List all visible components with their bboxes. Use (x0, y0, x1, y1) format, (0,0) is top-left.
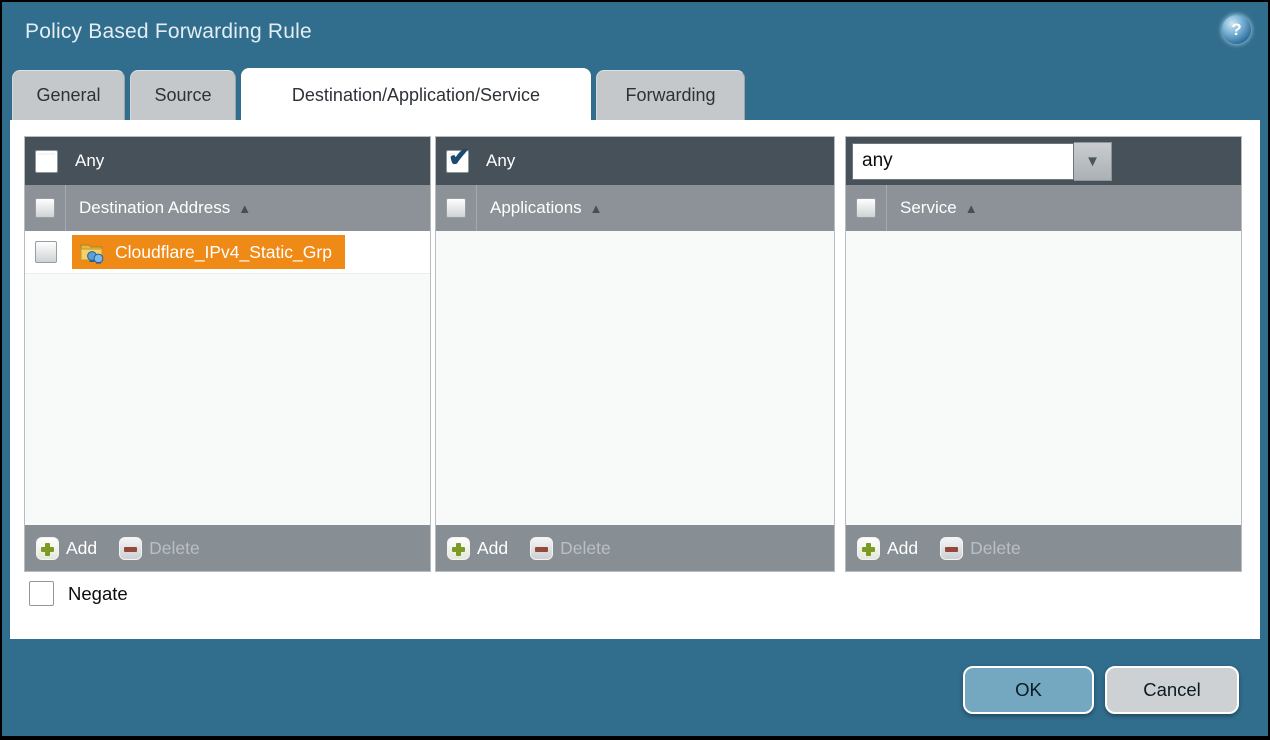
destination-row-checkbox[interactable] (35, 241, 57, 263)
tab-content: Any Destination Address ▲ (10, 120, 1260, 639)
service-header-label[interactable]: Service (900, 198, 957, 218)
service-delete-label: Delete (970, 538, 1021, 559)
minus-icon (530, 537, 553, 560)
negate-label: Negate (68, 583, 128, 605)
tab-general-label: General (36, 85, 100, 106)
service-dropdown-text: any (862, 150, 893, 172)
applications-toolbar: Add Delete (436, 525, 834, 571)
ok-button-label: OK (1015, 679, 1042, 701)
checkmark-icon: ✔ (448, 142, 471, 173)
destination-row-item[interactable]: Cloudflare_IPv4_Static_Grp (72, 235, 345, 269)
destination-header-label[interactable]: Destination Address (79, 198, 230, 218)
tab-general[interactable]: General (12, 70, 125, 120)
address-group-icon (79, 241, 106, 264)
sort-ascending-icon: ▲ (590, 201, 603, 216)
plus-icon (36, 537, 59, 560)
ok-button[interactable]: OK (963, 666, 1094, 714)
negate-option: Negate (29, 581, 128, 606)
applications-any-bar: ✔ Any (436, 137, 834, 185)
destination-toolbar: Add Delete (25, 525, 430, 571)
applications-add-button[interactable]: Add (447, 537, 508, 560)
applications-delete-label: Delete (560, 538, 611, 559)
applications-header-label[interactable]: Applications (490, 198, 582, 218)
negate-checkbox[interactable] (29, 581, 54, 606)
service-column-header: Service ▲ (846, 185, 1241, 231)
minus-icon (119, 537, 142, 560)
help-glyph: ? (1231, 20, 1241, 40)
applications-select-all-checkbox[interactable] (446, 198, 466, 218)
title-bar: Policy Based Forwarding Rule ? (2, 2, 1268, 68)
cancel-button[interactable]: Cancel (1105, 666, 1239, 714)
service-panel: any ▼ Service ▲ Add (845, 136, 1242, 572)
destination-list: Cloudflare_IPv4_Static_Grp (25, 231, 430, 525)
tab-forwarding-label: Forwarding (625, 85, 715, 106)
applications-list (436, 231, 834, 525)
destination-address-panel: Any Destination Address ▲ (24, 136, 431, 572)
destination-any-label: Any (75, 151, 104, 171)
service-dropdown-button[interactable]: ▼ (1074, 142, 1112, 181)
help-icon[interactable]: ? (1222, 15, 1251, 44)
tab-source[interactable]: Source (130, 70, 236, 120)
plus-icon (857, 537, 880, 560)
tab-forwarding[interactable]: Forwarding (596, 70, 745, 120)
destination-add-button[interactable]: Add (36, 537, 97, 560)
chevron-down-icon: ▼ (1085, 153, 1100, 170)
service-delete-button[interactable]: Delete (940, 537, 1021, 560)
destination-row-label: Cloudflare_IPv4_Static_Grp (115, 242, 332, 263)
sort-ascending-icon: ▲ (965, 201, 978, 216)
sort-ascending-icon: ▲ (238, 201, 251, 216)
destination-column-header: Destination Address ▲ (25, 185, 430, 231)
service-add-label: Add (887, 538, 918, 559)
tab-destination-application-service-label: Destination/Application/Service (292, 85, 540, 106)
service-list (846, 231, 1241, 525)
applications-delete-button[interactable]: Delete (530, 537, 611, 560)
pbf-rule-dialog: Policy Based Forwarding Rule ? General S… (2, 2, 1268, 736)
service-any-bar: any ▼ (846, 137, 1241, 185)
destination-any-checkbox[interactable] (35, 150, 58, 173)
destination-delete-label: Delete (149, 538, 200, 559)
service-toolbar: Add Delete (846, 525, 1241, 571)
tab-source-label: Source (154, 85, 211, 106)
applications-any-label: Any (486, 151, 515, 171)
destination-select-all-checkbox[interactable] (35, 198, 55, 218)
applications-any-checkbox[interactable]: ✔ (446, 150, 469, 173)
cancel-button-label: Cancel (1143, 679, 1201, 701)
applications-add-label: Add (477, 538, 508, 559)
applications-column-header: Applications ▲ (436, 185, 834, 231)
destination-any-bar: Any (25, 137, 430, 185)
tab-destination-application-service[interactable]: Destination/Application/Service (241, 68, 591, 122)
destination-delete-button[interactable]: Delete (119, 537, 200, 560)
destination-add-label: Add (66, 538, 97, 559)
service-dropdown: any ▼ (852, 142, 1112, 181)
minus-icon (940, 537, 963, 560)
service-select-all-checkbox[interactable] (856, 198, 876, 218)
service-add-button[interactable]: Add (857, 537, 918, 560)
applications-panel: ✔ Any Applications ▲ Add Delete (435, 136, 835, 572)
service-dropdown-value[interactable]: any (852, 143, 1074, 180)
plus-icon (447, 537, 470, 560)
dialog-title: Policy Based Forwarding Rule (25, 20, 312, 44)
table-row: Cloudflare_IPv4_Static_Grp (25, 231, 430, 274)
